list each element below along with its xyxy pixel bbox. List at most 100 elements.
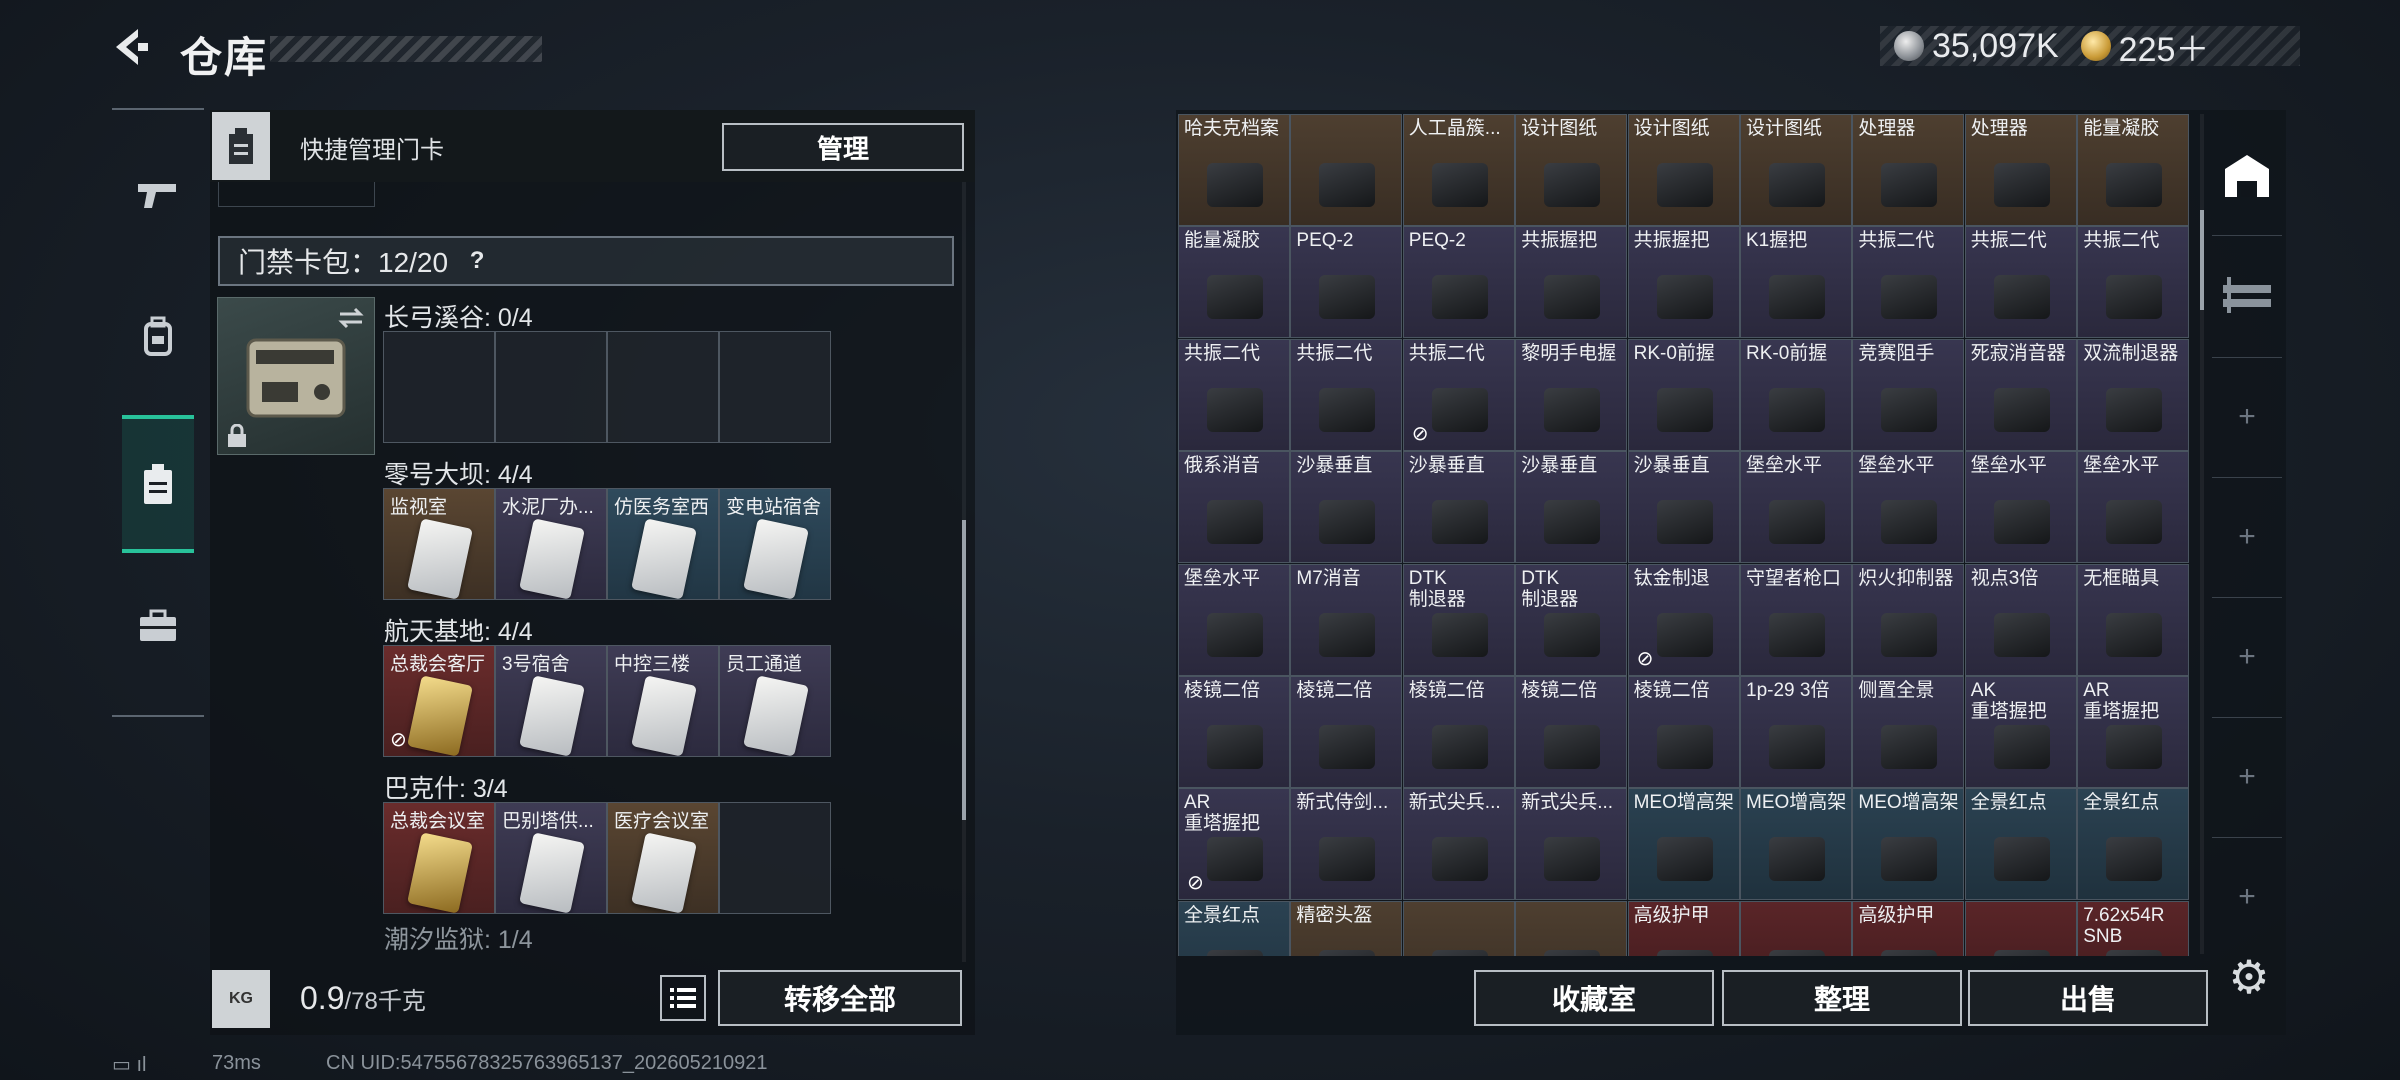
- plus-icon[interactable]: +: [2212, 862, 2282, 932]
- keycard-slot[interactable]: 总裁会议室: [383, 802, 495, 914]
- keycard-slot[interactable]: 仿医务室西: [607, 488, 719, 600]
- gold-amount[interactable]: 225＋: [2119, 22, 2210, 71]
- inventory-item[interactable]: DTK 制退器: [1515, 563, 1628, 676]
- inventory-item[interactable]: 沙暴垂直: [1290, 451, 1403, 564]
- inventory-item[interactable]: 全景红点: [1178, 900, 1290, 956]
- inventory-item[interactable]: 设计图纸: [1740, 114, 1852, 226]
- inventory-item[interactable]: 高级护甲: [1852, 900, 1965, 956]
- inventory-item[interactable]: 沙暴垂直: [1515, 451, 1628, 564]
- transfer-all-button[interactable]: 转移全部: [718, 970, 962, 1026]
- inventory-item[interactable]: 能量凝胶: [2077, 114, 2190, 226]
- keycard-slot[interactable]: 变电站宿舍: [719, 488, 831, 600]
- nav-weapons[interactable]: [122, 158, 194, 230]
- inventory-item[interactable]: AR 重塔握把: [2077, 676, 2190, 788]
- inventory-item[interactable]: 新式尖兵...: [1402, 788, 1515, 901]
- inventory-item[interactable]: 人工晶簇...: [1402, 114, 1515, 226]
- inventory-item[interactable]: 共振二代: [1852, 226, 1965, 339]
- nav-toolbox[interactable]: [122, 590, 194, 662]
- keycard-slot[interactable]: 3号宿舍: [495, 645, 607, 757]
- inventory-item[interactable]: MEO增高架: [1740, 788, 1852, 901]
- inventory-item[interactable]: 沙暴垂直: [1627, 451, 1740, 564]
- inventory-item[interactable]: 炽火抑制器: [1852, 563, 1965, 676]
- keycard-slot[interactable]: [607, 331, 719, 443]
- inventory-item[interactable]: [1964, 900, 2077, 956]
- sort-button[interactable]: 整理: [1722, 970, 1962, 1026]
- inventory-item[interactable]: 侧置全景: [1852, 676, 1965, 788]
- inventory-item[interactable]: 共振二代: [2077, 226, 2190, 339]
- inventory-item[interactable]: M7消音: [1290, 563, 1403, 676]
- inventory-item[interactable]: 堡垒水平: [2077, 451, 2190, 564]
- inventory-item[interactable]: 竞赛阻手: [1852, 338, 1965, 451]
- inventory-item[interactable]: 共振二代 ⊘: [1402, 338, 1515, 451]
- inventory-item[interactable]: 守望者枪口: [1740, 563, 1852, 676]
- inventory-item[interactable]: [1740, 900, 1852, 956]
- inventory-item[interactable]: 设计图纸: [1627, 114, 1740, 226]
- inventory-item[interactable]: 棱镜二倍: [1627, 676, 1740, 788]
- inventory-item[interactable]: 共振握把: [1515, 226, 1628, 339]
- inventory-item[interactable]: 双流制退器: [2077, 338, 2190, 451]
- inventory-item[interactable]: 堡垒水平: [1852, 451, 1965, 564]
- inventory-item[interactable]: AR 重塔握把 ⊘: [1178, 788, 1290, 901]
- inventory-item[interactable]: 全景红点: [2077, 788, 2190, 901]
- inventory-item[interactable]: 1p-29 3倍: [1740, 676, 1852, 788]
- inventory-item[interactable]: 堡垒水平: [1964, 451, 2077, 564]
- keycard-slot[interactable]: [719, 802, 831, 914]
- list-view-button[interactable]: [660, 975, 706, 1021]
- inventory-item[interactable]: PEQ-2: [1402, 226, 1515, 339]
- inventory-item[interactable]: 钛金制退 ⊘: [1627, 563, 1740, 676]
- keycard-slot[interactable]: 巴别塔供...: [495, 802, 607, 914]
- help-icon[interactable]: ?: [462, 246, 492, 276]
- keycard-slot[interactable]: 监视室: [383, 488, 495, 600]
- inventory-item[interactable]: 共振二代: [1964, 226, 2077, 339]
- inventory-item[interactable]: 高级护甲: [1627, 900, 1740, 956]
- inventory-item[interactable]: [1290, 114, 1403, 226]
- keycard-slot[interactable]: [495, 331, 607, 443]
- plus-icon[interactable]: +: [2212, 622, 2282, 692]
- nav-equipment[interactable]: [122, 300, 194, 372]
- nav-keycards[interactable]: [122, 415, 194, 553]
- inventory-item[interactable]: 棱镜二倍: [1290, 676, 1403, 788]
- collection-icon[interactable]: [2212, 260, 2282, 330]
- inventory-item[interactable]: [1515, 900, 1628, 956]
- keycard-slot[interactable]: 员工通道: [719, 645, 831, 757]
- keycard-slot[interactable]: 中控三楼: [607, 645, 719, 757]
- inventory-item[interactable]: 沙暴垂直: [1402, 451, 1515, 564]
- keycard-slot[interactable]: [383, 331, 495, 443]
- safehouse-icon[interactable]: [2212, 142, 2282, 212]
- inventory-item[interactable]: 共振二代: [1290, 338, 1403, 451]
- inventory-item[interactable]: 堡垒水平: [1740, 451, 1852, 564]
- inventory-item[interactable]: 哈夫克档案: [1178, 114, 1290, 226]
- inventory-item[interactable]: 俄系消音: [1178, 451, 1290, 564]
- keycard-pack-image[interactable]: [217, 297, 375, 455]
- inventory-item[interactable]: 设计图纸: [1515, 114, 1628, 226]
- inventory-item[interactable]: 无框瞄具: [2077, 563, 2190, 676]
- inventory-item[interactable]: 棱镜二倍: [1515, 676, 1628, 788]
- inventory-item[interactable]: MEO增高架: [1627, 788, 1740, 901]
- sell-button[interactable]: 出售: [1968, 970, 2208, 1026]
- inventory-item[interactable]: 7.62x54R SNB: [2077, 900, 2190, 956]
- inventory-item[interactable]: 堡垒水平: [1178, 563, 1290, 676]
- inventory-item[interactable]: 共振二代: [1178, 338, 1290, 451]
- collection-room-button[interactable]: 收藏室: [1474, 970, 1714, 1026]
- inventory-item[interactable]: RK-0前握: [1740, 338, 1852, 451]
- left-scrollbar-thumb[interactable]: [962, 520, 966, 820]
- inventory-item[interactable]: 死寂消音器: [1964, 338, 2077, 451]
- inventory-item[interactable]: PEQ-2: [1290, 226, 1403, 339]
- settings-gear-icon[interactable]: ⚙: [2222, 950, 2276, 1004]
- manage-button[interactable]: 管理: [722, 123, 964, 171]
- inventory-item[interactable]: AK 重塔握把: [1964, 676, 2077, 788]
- inventory-item[interactable]: DTK 制退器: [1402, 563, 1515, 676]
- keycard-slot[interactable]: 医疗会议室: [607, 802, 719, 914]
- inventory-item[interactable]: K1握把: [1740, 226, 1852, 339]
- swap-icon[interactable]: [336, 306, 366, 330]
- inventory-item[interactable]: 精密头盔: [1290, 900, 1403, 956]
- inventory-item[interactable]: 新式侍剑...: [1290, 788, 1403, 901]
- inventory-item[interactable]: 新式尖兵...: [1515, 788, 1628, 901]
- keycard-slot[interactable]: [719, 331, 831, 443]
- inventory-item[interactable]: 棱镜二倍: [1402, 676, 1515, 788]
- plus-icon[interactable]: +: [2212, 502, 2282, 572]
- inventory-item[interactable]: RK-0前握: [1627, 338, 1740, 451]
- inventory-item[interactable]: 处理器: [1852, 114, 1965, 226]
- inventory-item[interactable]: 能量凝胶: [1178, 226, 1290, 339]
- inventory-item[interactable]: 视点3倍: [1964, 563, 2077, 676]
